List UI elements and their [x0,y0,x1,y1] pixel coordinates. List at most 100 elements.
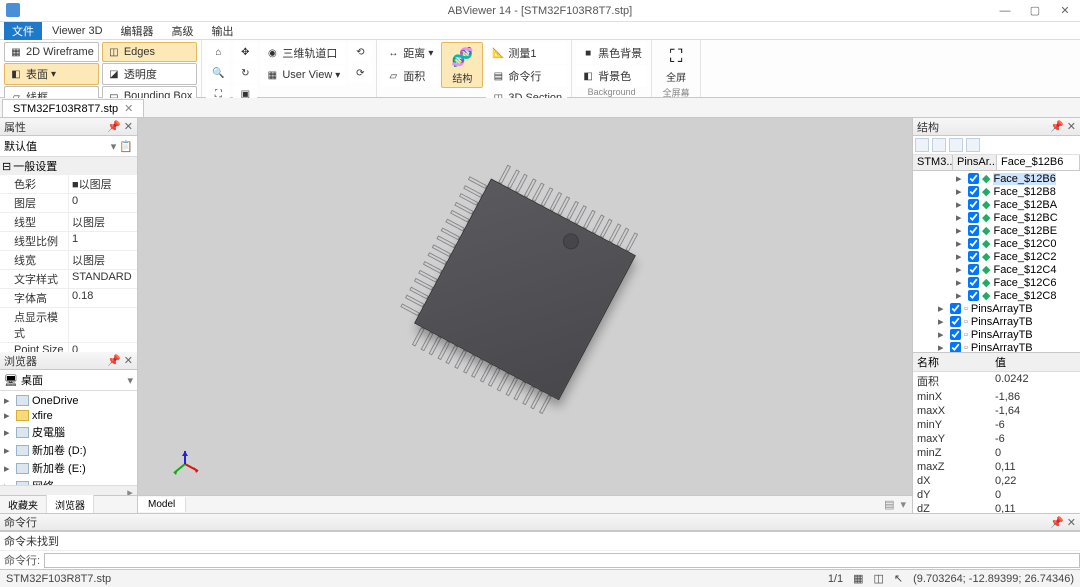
prop-row[interactable]: 线型比例1 [0,232,137,251]
status-page: 1/1 [828,573,843,585]
prop-row[interactable]: 色彩■以图层 [0,175,137,194]
struct-tab-1[interactable]: STM3... [913,155,953,170]
tree-node[interactable]: ▸新加卷 (E:) [2,459,135,477]
face-node[interactable]: ▸◆Face_$12B8 [914,185,1079,198]
distance-icon: ↔ [386,46,400,60]
prop-row[interactable]: Point Size0 [0,343,137,352]
folder-tree: ▸OneDrive▸xfire▸皮電腦▸新加卷 (D:)▸新加卷 (E:)▸网络… [0,391,137,485]
face-node[interactable]: ▸◆Face_$12B6 [914,172,1079,185]
pin-icon[interactable]: 📌 ✕ [1050,516,1076,529]
menu-advanced[interactable]: 高级 [164,21,202,41]
menu-editor[interactable]: 编辑器 [113,21,162,41]
minimize-button[interactable]: — [990,0,1020,21]
tree-node[interactable]: ▸皮電腦 [2,423,135,441]
struct-tool-4[interactable] [966,138,980,152]
btn-cmdline[interactable]: ▤命令行 [486,65,567,87]
face-node[interactable]: ▸◆Face_$12C8 [914,289,1079,302]
axis-gizmo[interactable] [170,449,200,479]
tree-node[interactable]: ▸OneDrive [2,393,135,408]
menu-file[interactable]: 文件 [4,21,42,41]
defaults-dropdown[interactable]: ▾ 📋 [111,140,133,153]
btn-nav2[interactable]: ⟳ [348,63,372,83]
nav-icon: ⟲ [353,45,367,59]
prop-row[interactable]: 字体高0.18 [0,289,137,308]
face-node[interactable]: ▸◆Face_$12C2 [914,250,1079,263]
maximize-button[interactable]: ▢ [1020,0,1050,21]
cmd-icon: ▤ [491,69,505,83]
structure-toolbar [913,136,1080,155]
struct-tab-2[interactable]: PinsAr... [953,155,997,170]
btn-bgcolor[interactable]: ◧背景色 [576,65,647,87]
face-properties: 名称值 面积0.0242minX-1,86maxX-1,64minY-6maxY… [913,353,1080,513]
status-tool-2[interactable]: ◫ [874,572,884,585]
tree-node[interactable]: ▸网络 [2,477,135,485]
face-node[interactable]: ▸◆Face_$12C4 [914,263,1079,276]
btn-edges[interactable]: ◫Edges [102,42,198,62]
btn-structure[interactable]: 🧬 结构 [441,42,483,88]
pin-icon[interactable]: 📌 ✕ [107,354,133,367]
nav2-icon: ⟳ [353,66,367,80]
prop-row[interactable]: 线宽以图层 [0,251,137,270]
tab-favorites[interactable]: 收藏夹 [0,495,47,514]
tree-node[interactable]: ▸xfire [2,408,135,423]
menu-output[interactable]: 输出 [204,21,242,41]
model-tab[interactable]: Model [138,497,186,512]
structure-panel: 结构📌 ✕ STM3... PinsAr... Face_$12B6 ▸◆Fac… [912,118,1080,513]
pins-node[interactable]: ▸▫PinsArrayTB [914,328,1079,341]
btn-area[interactable]: ▱面积 [381,65,438,87]
transparency-icon: ◪ [107,67,121,81]
pan-icon: ✥ [238,45,252,59]
status-coords: (9.703264; -12.89399; 26.74346) [913,573,1074,585]
btn-rotate[interactable]: ↻ [233,63,257,83]
file-tab[interactable]: STM32F103R8T7.stp✕ [2,99,144,117]
struct-tab-3[interactable]: Face_$12B6 [997,155,1080,170]
close-tab-icon[interactable]: ✕ [124,102,133,115]
pin-icon[interactable]: 📌 ✕ [1050,120,1076,133]
struct-tool-2[interactable] [932,138,946,152]
btn-home[interactable]: ⌂ [206,42,230,62]
face-node[interactable]: ▸◆Face_$12BA [914,198,1079,211]
vp-dropdown-icon[interactable]: ▾ [900,498,906,511]
3d-canvas[interactable] [138,118,912,495]
btn-measurement[interactable]: 📐测量1 [486,42,567,64]
pins-node[interactable]: ▸▫PinsArrayTB [914,315,1079,328]
pins-node[interactable]: ▸▫PinsArrayTB [914,302,1079,315]
struct-tool-1[interactable] [915,138,929,152]
btn-surface[interactable]: ◧表面 ▾ [4,63,99,85]
btn-blackbg[interactable]: ■黑色背景 [576,42,647,64]
pins-node[interactable]: ▸▫PinsArrayTB [914,341,1079,353]
prop-row[interactable]: 文字样式STANDARD [0,270,137,289]
btn-distance[interactable]: ↔距离 ▾ [381,42,438,64]
btn-2d-wireframe[interactable]: ▦2D Wireframe [4,42,99,62]
cmd-label: 命令行: [0,551,44,569]
face-node[interactable]: ▸◆Face_$12C6 [914,276,1079,289]
face-node[interactable]: ▸◆Face_$12C0 [914,237,1079,250]
tab-browser[interactable]: 浏览器 [47,495,94,514]
btn-transparency[interactable]: ◪透明度 [102,63,198,85]
btn-fullscreen[interactable]: ⛶ 全屏 [656,42,696,86]
tree-node[interactable]: ▸新加卷 (D:) [2,441,135,459]
btn-userview[interactable]: ▦User View ▾ [260,65,345,85]
btn-nav1[interactable]: ⟲ [348,42,372,62]
pin-icon[interactable]: 📌 ✕ [107,120,133,133]
close-button[interactable]: ✕ [1050,0,1080,21]
home-icon: ⌂ [211,45,225,59]
face-node[interactable]: ▸◆Face_$12BC [914,211,1079,224]
face-node[interactable]: ▸◆Face_$12BE [914,224,1079,237]
struct-tool-3[interactable] [949,138,963,152]
prop-row[interactable]: 点显示模式 [0,308,137,343]
prop-cat-general[interactable]: ⊟一般设置 [0,157,137,175]
btn-zoom[interactable]: 🔍 [206,63,230,83]
prop-row[interactable]: 图层0 [0,194,137,213]
btn-orbit[interactable]: ◉三维轨道口 [260,42,345,64]
menu-bar: 文件 Viewer 3D 编辑器 高级 输出 [0,22,1080,40]
prop-row[interactable]: 线型以图层 [0,213,137,232]
vp-config-icon[interactable]: ▤ [884,498,894,511]
status-tool-1[interactable]: ▦ [853,572,863,585]
btn-pan[interactable]: ✥ [233,42,257,62]
orbit-icon: ◉ [265,46,279,60]
menu-viewer3d[interactable]: Viewer 3D [44,23,111,39]
status-bar: STM32F103R8T7.stp 1/1 ▦ ◫ ↖ (9.703264; -… [0,569,1080,587]
command-input[interactable] [44,553,1080,568]
browser-dropdown[interactable]: ▾ [127,374,133,387]
